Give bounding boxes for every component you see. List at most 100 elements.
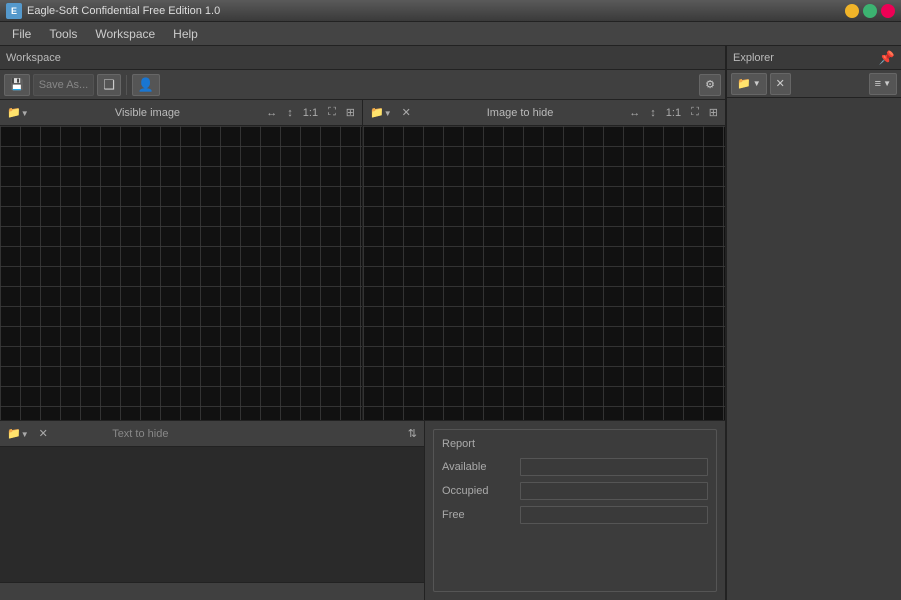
title-text: Eagle-Soft Confidential Free Edition 1.0 — [27, 5, 220, 17]
report-row-available: Available — [442, 458, 708, 476]
arrow-h-icon-1: ↔ — [266, 107, 277, 119]
report-occupied-label: Occupied — [442, 485, 512, 497]
explorer-close-btn[interactable]: ✕ — [770, 73, 791, 95]
visible-image-label: Visible image — [36, 107, 260, 119]
arrow-ud-icon: ⇅ — [408, 428, 417, 440]
menu-file[interactable]: File — [4, 25, 39, 43]
1to1-label-2: 1:1 — [666, 107, 681, 119]
text-arrow-ud-btn[interactable]: ⇅ — [405, 426, 420, 441]
visible-grid-overlay — [0, 126, 362, 420]
menu-workspace[interactable]: Workspace — [87, 25, 163, 43]
copy-icon: ❑ — [103, 77, 115, 93]
person-icon: 👤 — [138, 77, 154, 93]
1to1-label-1: 1:1 — [303, 107, 318, 119]
folder-icon-2: 📁 — [370, 107, 384, 119]
arrow-v-icon-1: ↕ — [287, 107, 293, 119]
hide-arrow-h-btn[interactable]: ↔ — [626, 106, 643, 120]
save-as-label: Save As... — [39, 79, 89, 91]
hide-panel-close-btn[interactable]: ✕ — [399, 105, 414, 120]
hide-image-label: Image to hide — [418, 107, 622, 119]
arrow-v-icon-2: ↕ — [650, 107, 656, 119]
dropdown-arrow-1: ▼ — [21, 109, 29, 118]
settings-icon: ⚙ — [705, 78, 715, 91]
workspace-header: Workspace — [0, 46, 725, 70]
hide-panel-toolbar: 📁▼ ✕ Image to hide ↔ ↕ 1:1 ⛶ ⊞ — [363, 100, 725, 126]
close-icon-2: ✕ — [402, 107, 411, 119]
report-free-label: Free — [442, 509, 512, 521]
close-button[interactable] — [881, 4, 895, 18]
folder-icon: 📁 — [7, 107, 21, 119]
main-toolbar: 💾 Save As... ❑ 👤 ⚙ — [0, 70, 725, 100]
visible-fullscreen-btn[interactable]: ⊞ — [343, 105, 358, 120]
menu-dropdown: ▼ — [883, 79, 891, 88]
save-icon-btn[interactable]: 💾 — [4, 74, 30, 96]
images-row: 📁▼ Visible image ↔ ↕ 1:1 ⛶ ⊞ 📁▼ — [0, 100, 725, 420]
explorer-folder-btn[interactable]: 📁 ▼ — [731, 73, 767, 95]
hide-1to1-btn[interactable]: 1:1 — [663, 106, 684, 120]
report-row-occupied: Occupied — [442, 482, 708, 500]
hide-fit-btn[interactable]: ⛶ — [688, 105, 702, 120]
main-layout: Workspace 💾 Save As... ❑ 👤 ⚙ — [0, 46, 901, 600]
fit-icon-1: ⛶ — [328, 106, 336, 118]
explorer-menu-btn[interactable]: ≡ ▼ — [869, 73, 897, 95]
visible-panel-open-btn[interactable]: 📁▼ — [4, 105, 32, 120]
hide-fullscreen-btn[interactable]: ⊞ — [706, 105, 721, 120]
explorer-sidebar: Explorer 📌 📁 ▼ ✕ ≡ ▼ — [726, 46, 901, 600]
menu-bar: File Tools Workspace Help — [0, 22, 901, 46]
menu-help[interactable]: Help — [165, 25, 206, 43]
visible-arrow-h-btn[interactable]: ↔ — [263, 106, 280, 120]
text-panel-status — [0, 582, 424, 600]
workspace-label: Workspace — [6, 52, 61, 64]
fit-icon-2: ⛶ — [691, 106, 699, 118]
hide-arrow-v-btn[interactable]: ↕ — [647, 106, 659, 120]
explorer-header: Explorer 📌 — [727, 46, 901, 70]
bottom-row: 📁▼ ✕ Text to hide ⇅ Report — [0, 420, 725, 600]
hide-image-canvas — [363, 126, 725, 420]
fullscreen-icon-1: ⊞ — [346, 107, 355, 119]
text-panel-label: Text to hide — [55, 428, 226, 440]
text-input[interactable] — [0, 447, 424, 582]
menu-icon: ≡ — [875, 78, 881, 90]
visible-image-panel: 📁▼ Visible image ↔ ↕ 1:1 ⛶ ⊞ — [0, 100, 363, 420]
app-icon: E — [6, 3, 22, 19]
arrow-h-icon-2: ↔ — [629, 107, 640, 119]
visible-image-canvas — [0, 126, 362, 420]
hide-grid-overlay — [363, 126, 725, 420]
text-panel-toolbar: 📁▼ ✕ Text to hide ⇅ — [0, 421, 424, 447]
report-available-value — [520, 458, 708, 476]
menu-tools[interactable]: Tools — [41, 25, 85, 43]
pin-icon[interactable]: 📌 — [879, 50, 895, 66]
explorer-toolbar: 📁 ▼ ✕ ≡ ▼ — [727, 70, 901, 98]
settings-btn[interactable]: ⚙ — [699, 74, 721, 96]
folder-icon-3: 📁 — [7, 428, 21, 440]
maximize-button[interactable] — [863, 4, 877, 18]
copy-btn[interactable]: ❑ — [97, 74, 121, 96]
hide-panel-open-btn[interactable]: 📁▼ — [367, 105, 395, 120]
explorer-folder-icon: 📁 — [737, 77, 751, 90]
visible-1to1-btn[interactable]: 1:1 — [300, 106, 321, 120]
save-as-button[interactable]: Save As... — [33, 74, 95, 96]
visible-arrow-v-btn[interactable]: ↕ — [284, 106, 296, 120]
toolbar-separator-1 — [126, 75, 127, 95]
app-icon-letter: E — [11, 6, 17, 16]
text-panel-open-btn[interactable]: 📁▼ — [4, 426, 32, 441]
explorer-folder-dropdown: ▼ — [753, 79, 761, 88]
fullscreen-icon-2: ⊞ — [709, 107, 718, 119]
window-controls — [845, 4, 895, 18]
visible-fit-btn[interactable]: ⛶ — [325, 105, 339, 120]
report-row-free: Free — [442, 506, 708, 524]
explorer-content — [727, 98, 901, 600]
text-panel-close-btn[interactable]: ✕ — [36, 426, 51, 441]
explorer-label: Explorer — [733, 52, 879, 64]
title-bar: E Eagle-Soft Confidential Free Edition 1… — [0, 0, 901, 22]
minimize-button[interactable] — [845, 4, 859, 18]
close-icon-3: ✕ — [39, 428, 48, 440]
explorer-close-icon: ✕ — [776, 77, 785, 90]
save-icon: 💾 — [10, 78, 24, 91]
hide-image-panel: 📁▼ ✕ Image to hide ↔ ↕ 1:1 ⛶ ⊞ — [363, 100, 725, 420]
report-available-label: Available — [442, 461, 512, 473]
person-btn[interactable]: 👤 — [132, 74, 160, 96]
workspace-area: Workspace 💾 Save As... ❑ 👤 ⚙ — [0, 46, 726, 600]
visible-panel-toolbar: 📁▼ Visible image ↔ ↕ 1:1 ⛶ ⊞ — [0, 100, 362, 126]
report-title: Report — [442, 438, 708, 450]
